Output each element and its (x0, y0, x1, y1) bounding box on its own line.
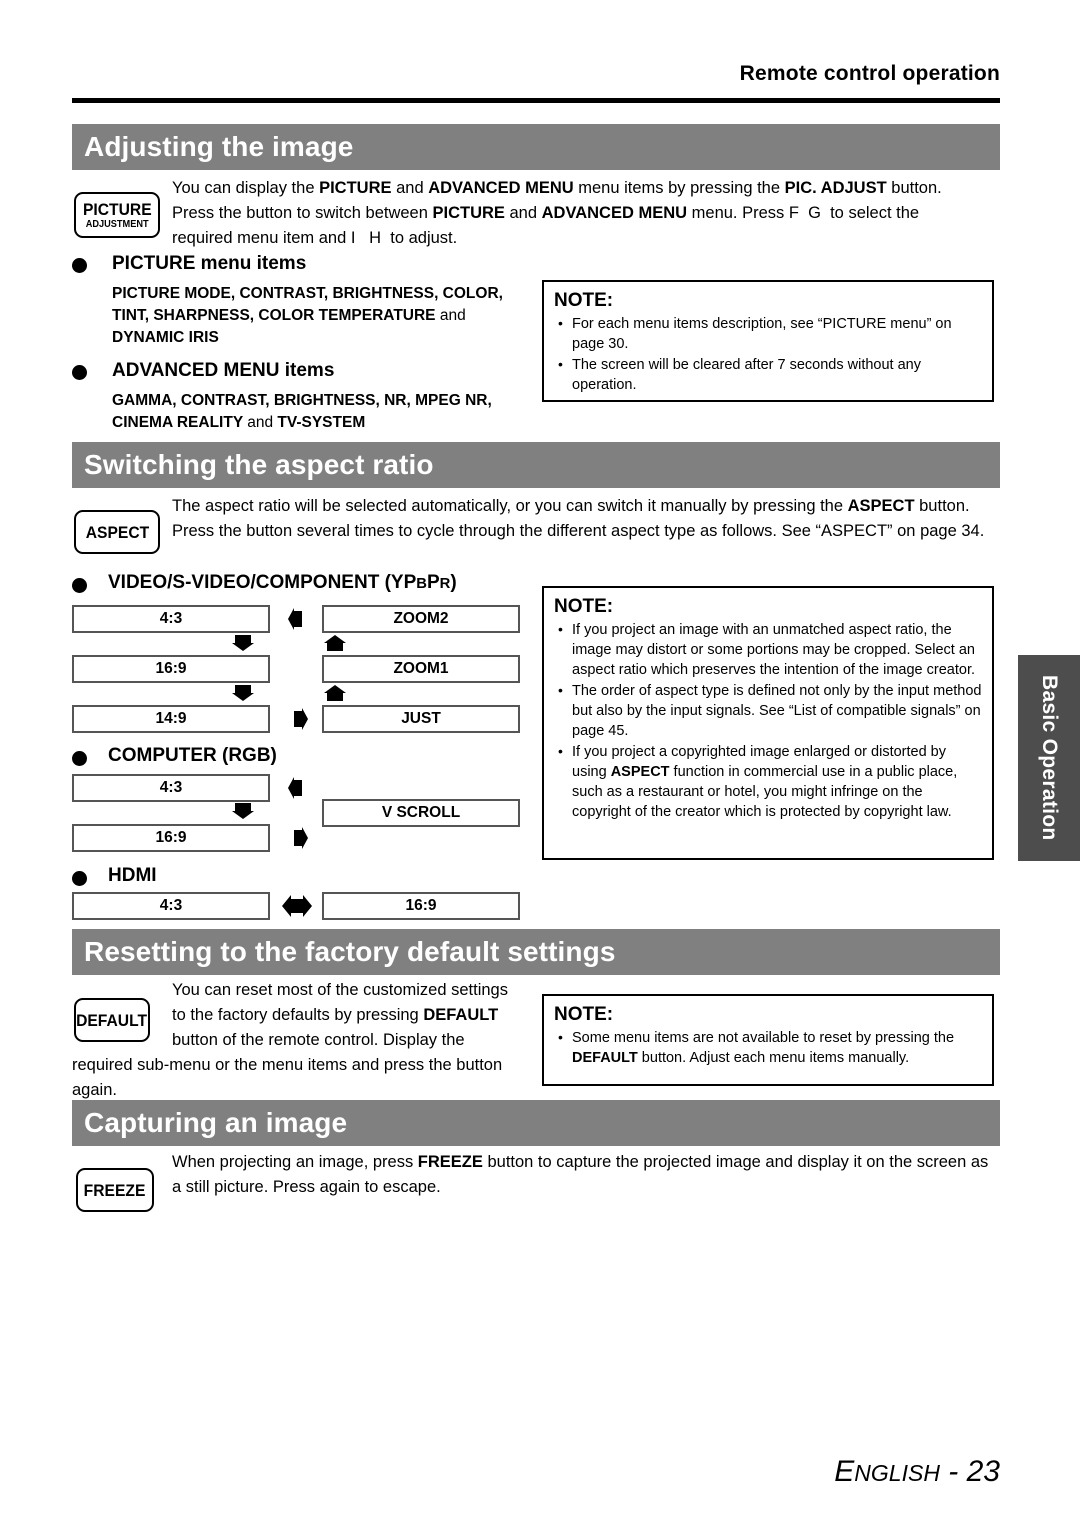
default-intro-text: You can reset most of the customized set… (72, 978, 524, 1103)
note-box-aspect: NOTE: If you project an image with an un… (542, 586, 994, 860)
flow-box: V SCROLL (322, 799, 520, 827)
note-item: If you project a copyrighted image enlar… (554, 741, 982, 822)
flow-box: 16:9 (322, 892, 520, 920)
footer-page-number: 23 (966, 1455, 1000, 1488)
note-box-picture: NOTE: For each menu items description, s… (542, 280, 994, 402)
hdmi-heading: HDMI (108, 865, 157, 886)
flow-box: 4:3 (72, 892, 270, 920)
note-item: The order of aspect type is defined not … (554, 680, 982, 741)
side-tab-label: Basic Operation (1038, 675, 1061, 841)
capturing-intro-text: When projecting an image, press FREEZE b… (172, 1153, 989, 1196)
key-label-line1: FREEZE (84, 1180, 146, 1200)
note-title: NOTE: (554, 596, 614, 617)
flow-box: ZOOM1 (322, 655, 520, 683)
flow-box: JUST (322, 705, 520, 733)
arrow-right-icon (290, 827, 310, 849)
note-list: Some menu items are not available to res… (554, 1027, 982, 1068)
section-title-switching-the-aspect-ratio: Switching the aspect ratio (72, 442, 1000, 488)
freeze-key-icon: FREEZE (76, 1168, 154, 1212)
video-component-heading: VIDEO/S-VIDEO/COMPONENT (YPBPR) (108, 572, 457, 593)
running-head: Remote control operation (739, 62, 1000, 85)
adjusting-intro-text: You can display the PICTURE and ADVANCED… (172, 179, 942, 247)
bullet-dot-icon (72, 365, 87, 380)
note-list: If you project an image with an unmatche… (554, 619, 982, 822)
note-item: For each menu items description, see “PI… (554, 313, 982, 354)
footer-sep: - (948, 1455, 959, 1488)
bullet-dot-icon (72, 871, 87, 886)
aspect-intro-text: The aspect ratio will be selected automa… (172, 497, 985, 540)
note-title: NOTE: (554, 290, 614, 311)
arrow-right-icon (290, 708, 310, 730)
side-tab-basic-operation: Basic Operation (1018, 655, 1080, 861)
key-label-line1: ASPECT (85, 522, 149, 542)
note-box-default: NOTE: Some menu items are not available … (542, 994, 994, 1086)
arrow-down-icon (232, 633, 254, 653)
flow-box: ZOOM2 (322, 605, 520, 633)
arrow-up-icon (324, 683, 346, 703)
key-label-line2: ADJUSTMENT (85, 218, 149, 230)
section-title-capturing-an-image: Capturing an image (72, 1100, 1000, 1146)
flow-box: 14:9 (72, 705, 270, 733)
arrow-down-icon (232, 683, 254, 703)
picture-menu-items-heading: PICTURE menu items (112, 253, 307, 274)
note-list: For each menu items description, see “PI… (554, 313, 982, 395)
advanced-menu-items-heading: ADVANCED MENU items (112, 360, 335, 381)
picture-adjustment-key-icon: PICTURE ADJUSTMENT (74, 192, 160, 238)
note-item: The screen will be cleared after 7 secon… (554, 354, 982, 395)
arrow-left-icon (286, 608, 306, 630)
bullet-dot-icon (72, 258, 87, 273)
arrow-up-icon (324, 633, 346, 653)
section-title-adjusting-the-image: Adjusting the image (72, 124, 1000, 170)
header-rule (72, 98, 1000, 103)
arrow-left-right-icon (282, 895, 312, 917)
picture-menu-items-list: PICTURE MODE, CONTRAST, BRIGHTNESS, COLO… (112, 285, 503, 346)
flow-box: 16:9 (72, 655, 270, 683)
flow-box: 4:3 (72, 774, 270, 802)
aspect-key-icon: ASPECT (74, 510, 160, 554)
arrow-down-icon (232, 801, 254, 821)
note-item: If you project an image with an unmatche… (554, 619, 982, 680)
flow-box: 16:9 (72, 824, 270, 852)
footer-language: ENGLISH (834, 1455, 940, 1488)
arrow-left-icon (286, 777, 306, 799)
page-footer: ENGLISH - 23 (72, 1455, 1000, 1489)
bullet-dot-icon (72, 578, 87, 593)
section-title-resetting-to-the-factory-default-settings: Resetting to the factory default setting… (72, 929, 1000, 975)
note-item: Some menu items are not available to res… (554, 1027, 982, 1068)
note-title: NOTE: (554, 1004, 614, 1025)
bullet-dot-icon (72, 751, 87, 766)
key-label-line1: PICTURE (82, 199, 152, 219)
flow-box: 4:3 (72, 605, 270, 633)
computer-rgb-heading: COMPUTER (RGB) (108, 745, 277, 766)
advanced-menu-items-list: GAMMA, CONTRAST, BRIGHTNESS, NR, MPEG NR… (112, 392, 492, 431)
manual-page: Remote control operation Adjusting the i… (0, 0, 1080, 1528)
